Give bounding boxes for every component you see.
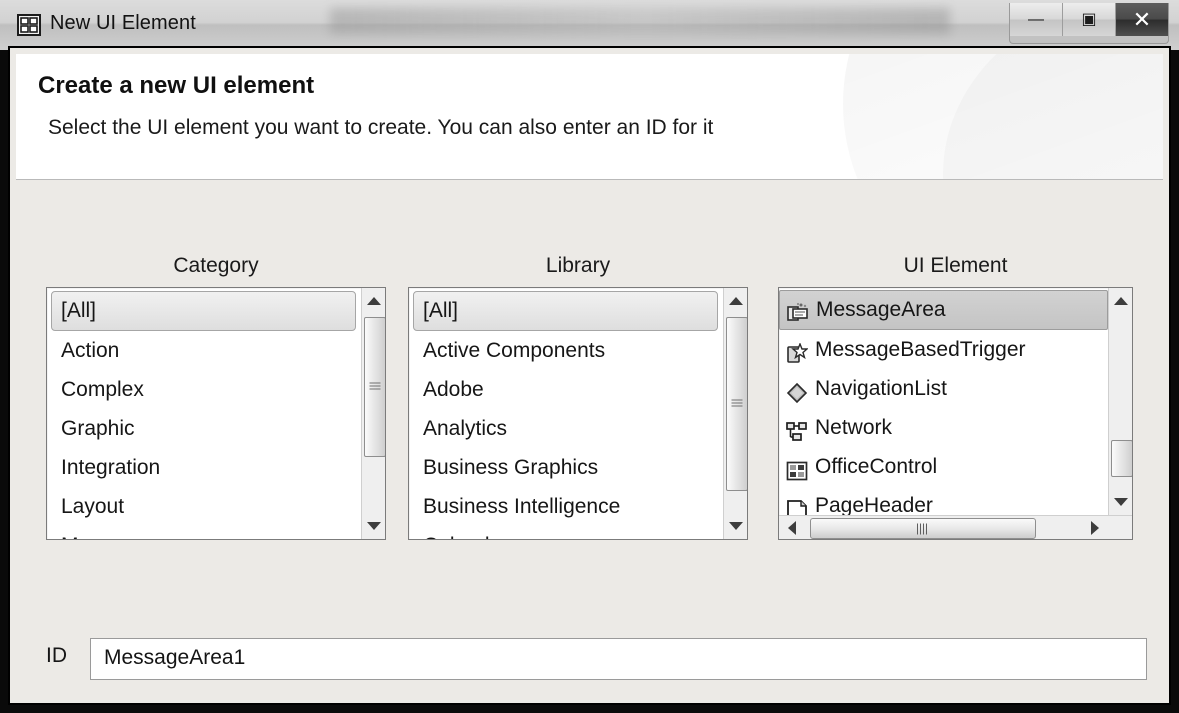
list-item[interactable]: PageHeader: [779, 486, 1108, 515]
page-header-icon: [786, 495, 808, 515]
list-item-label: PageHeader: [815, 494, 933, 515]
dialog-header: Create a new UI element Select the UI el…: [16, 54, 1163, 180]
network-icon: [786, 417, 808, 441]
library-scroll-down-button[interactable]: [724, 513, 747, 539]
window-controls: — ▣ ✕: [1009, 3, 1169, 44]
list-item-label: NavigationList: [815, 377, 947, 400]
message-based-trigger-icon: [786, 339, 809, 363]
ui-element-hscroll-thumb[interactable]: [810, 518, 1036, 539]
category-column-label: Category: [173, 254, 259, 277]
chevron-left-icon: [788, 520, 796, 535]
ui-element-scroll-thumb[interactable]: [1111, 440, 1132, 477]
ui-element-icon: [16, 12, 42, 38]
minimize-icon: —: [1028, 10, 1044, 28]
id-input[interactable]: MessageArea1: [90, 638, 1147, 680]
chevron-down-icon: [1114, 498, 1128, 506]
page-title: Create a new UI element: [38, 72, 315, 99]
chevron-right-icon: [1091, 520, 1099, 535]
chevron-up-icon: [1114, 297, 1128, 305]
list-item[interactable]: Integration: [47, 448, 361, 487]
ui-element-horizontal-scrollbar[interactable]: [779, 515, 1132, 539]
ui-element-column-label: UI Element: [903, 254, 1008, 277]
grip-icon: [731, 399, 743, 409]
list-item[interactable]: Active Components: [409, 331, 723, 370]
list-item[interactable]: Calendar: [409, 526, 723, 539]
list-item[interactable]: MessageBasedTrigger: [779, 330, 1108, 369]
list-item[interactable]: Graphic: [47, 409, 361, 448]
list-item[interactable]: OfficeControl: [779, 447, 1108, 486]
list-item-label: Network: [815, 416, 893, 439]
id-input-value: MessageArea1: [104, 646, 246, 669]
list-item[interactable]: Adobe: [409, 370, 723, 409]
ui-element-list-items[interactable]: MessageArea MessageBasedTrigger Navigation…: [779, 288, 1108, 515]
list-item[interactable]: Menu: [47, 526, 361, 539]
list-item[interactable]: [All]: [51, 291, 356, 331]
navigation-list-icon: [786, 378, 808, 403]
ui-element-scroll-up-button[interactable]: [1109, 288, 1132, 314]
minimize-button[interactable]: —: [1010, 3, 1063, 36]
id-label: ID: [46, 644, 67, 667]
library-scroll-up-button[interactable]: [724, 288, 747, 314]
chevron-up-icon: [367, 297, 381, 305]
message-area-icon: [787, 299, 809, 321]
ui-element-vertical-scrollbar[interactable]: [1108, 288, 1132, 515]
dialog-window: New UI Element — ▣ ✕ Create a new UI ele…: [0, 0, 1179, 713]
chevron-down-icon: [367, 522, 381, 530]
ui-element-listbox[interactable]: MessageArea MessageBasedTrigger Navigation…: [778, 287, 1133, 540]
library-listbox[interactable]: [All] Active Components Adobe Analytics Busi…: [408, 287, 748, 540]
library-column-label: Library: [545, 254, 611, 277]
list-item[interactable]: MessageArea: [779, 290, 1108, 330]
grip-icon: [369, 382, 381, 392]
title-bar[interactable]: New UI Element — ▣ ✕: [0, 0, 1179, 50]
title-bar-blurred-background: [330, 8, 950, 34]
category-listbox[interactable]: [All] Action Complex Graphic Integration Layo…: [46, 287, 386, 540]
close-button[interactable]: ✕: [1116, 3, 1168, 36]
list-item[interactable]: Business Intelligence: [409, 487, 723, 526]
chevron-up-icon: [729, 297, 743, 305]
category-vertical-scrollbar[interactable]: [361, 288, 385, 539]
category-scroll-down-button[interactable]: [362, 513, 385, 539]
category-list-items[interactable]: [All] Action Complex Graphic Integration Layo…: [47, 288, 361, 539]
maximize-button[interactable]: ▣: [1063, 3, 1116, 36]
list-item[interactable]: NavigationList: [779, 369, 1108, 408]
ui-element-scroll-right-button[interactable]: [1082, 516, 1108, 539]
chevron-down-icon: [729, 522, 743, 530]
maximize-icon: ▣: [1081, 10, 1097, 28]
dialog-body: Create a new UI element Select the UI el…: [8, 46, 1171, 705]
ui-element-scroll-down-button[interactable]: [1109, 489, 1132, 515]
library-list-items[interactable]: [All] Active Components Adobe Analytics Busi…: [409, 288, 723, 539]
selection-panel: Category [All] Action Complex Graphic Integr…: [16, 180, 1163, 697]
list-item[interactable]: [All]: [413, 291, 718, 331]
list-item[interactable]: Analytics: [409, 409, 723, 448]
list-item-label: MessageBasedTrigger: [815, 338, 1026, 361]
ui-element-scroll-left-button[interactable]: [779, 516, 805, 539]
library-scroll-thumb[interactable]: [726, 317, 747, 491]
list-item[interactable]: Action: [47, 331, 361, 370]
page-subtitle: Select the UI element you want to create…: [48, 116, 714, 139]
window-title: New UI Element: [50, 12, 196, 34]
list-item[interactable]: Network: [779, 408, 1108, 447]
office-control-icon: [786, 456, 808, 480]
list-item[interactable]: Complex: [47, 370, 361, 409]
close-icon: ✕: [1132, 6, 1152, 32]
grip-icon: [917, 523, 929, 534]
category-scroll-thumb[interactable]: [364, 317, 385, 457]
list-item-label: MessageArea: [816, 298, 946, 321]
library-vertical-scrollbar[interactable]: [723, 288, 747, 539]
list-item[interactable]: Business Graphics: [409, 448, 723, 487]
list-item-label: OfficeControl: [815, 455, 938, 478]
list-item[interactable]: Layout: [47, 487, 361, 526]
category-scroll-up-button[interactable]: [362, 288, 385, 314]
